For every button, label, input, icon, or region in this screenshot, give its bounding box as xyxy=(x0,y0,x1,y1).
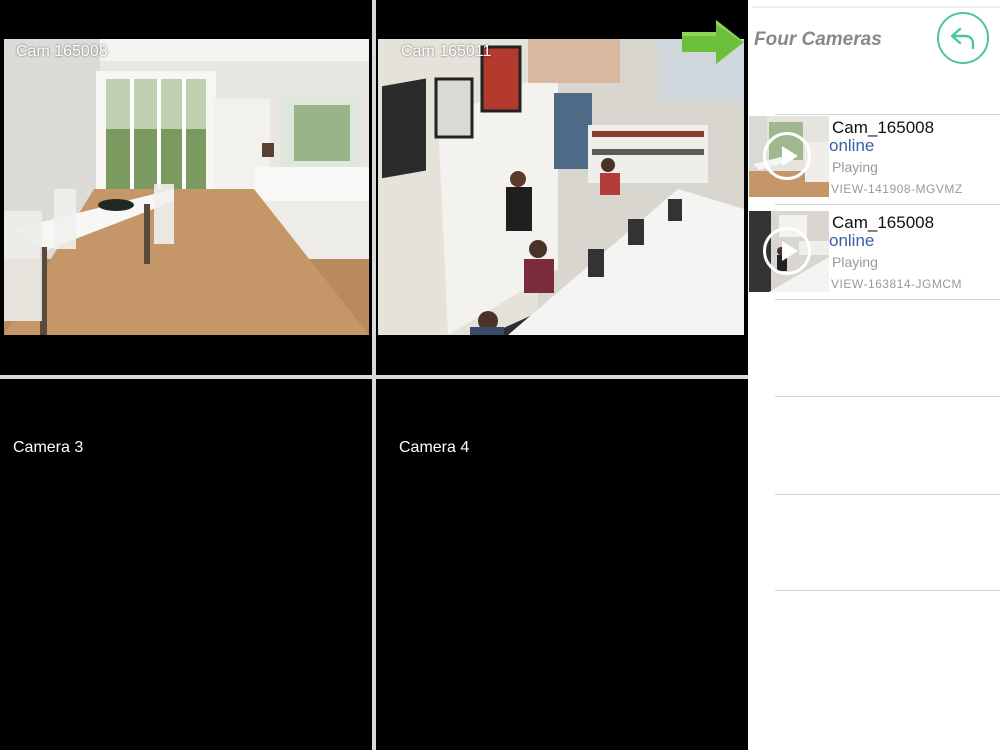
camera-status: online xyxy=(829,231,875,250)
camera-list-panel: Four Cameras Cam_165008 online Playing V… xyxy=(748,0,1000,750)
camera-view-id: VIEW-163814-JGMCM xyxy=(831,277,962,291)
camera-cell-1[interactable]: Cam 165008 xyxy=(0,0,372,375)
camera-status: online xyxy=(829,136,875,155)
camera-grid: Cam 165008 Cam 165011 Camera 3 Camera 4 xyxy=(0,0,748,750)
camera-2-label: Cam 165011 xyxy=(401,43,492,60)
camera-1-label: Cam 165008 xyxy=(16,43,108,60)
panel-top-divider xyxy=(752,6,1000,8)
office-feed-image xyxy=(378,39,744,335)
camera-play-state: Playing xyxy=(832,254,878,270)
back-arrow-icon xyxy=(950,27,975,50)
grid-divider-horizontal xyxy=(0,375,748,379)
play-icon[interactable] xyxy=(763,227,811,275)
camera-name: Cam_165008 xyxy=(832,213,935,232)
back-button[interactable] xyxy=(937,12,989,64)
camera-feed-office[interactable] xyxy=(378,39,744,335)
camera-cell-3[interactable]: Camera 3 xyxy=(0,379,372,750)
list-divider xyxy=(775,590,1000,591)
green-arrow-icon xyxy=(682,20,744,64)
camera-cell-4[interactable]: Camera 4 xyxy=(376,379,748,750)
panel-title: Four Cameras xyxy=(754,29,882,50)
list-divider xyxy=(775,204,1000,205)
camera-thumbnail xyxy=(749,211,829,292)
camera-name: Cam_165008 xyxy=(832,118,935,137)
camera-list-item-2[interactable]: Cam_165008 online Playing VIEW-163814-JG… xyxy=(748,211,1000,297)
list-divider xyxy=(775,299,1000,300)
camera-4-label: Camera 4 xyxy=(399,439,470,456)
list-divider xyxy=(775,114,1000,115)
camera-view-id: VIEW-141908-MGVMZ xyxy=(831,182,963,196)
screen: Cam 165008 Cam 165011 Camera 3 Camera 4 … xyxy=(0,0,1000,750)
camera-feed-kitchen[interactable] xyxy=(4,39,369,335)
list-divider xyxy=(775,494,1000,495)
camera-thumbnail xyxy=(749,116,829,197)
camera-3-label: Camera 3 xyxy=(13,439,84,456)
list-divider xyxy=(775,396,1000,397)
camera-list-item-1[interactable]: Cam_165008 online Playing VIEW-141908-MG… xyxy=(748,116,1000,202)
play-icon[interactable] xyxy=(763,132,811,180)
kitchen-feed-image xyxy=(4,39,369,335)
camera-play-state: Playing xyxy=(832,159,878,175)
